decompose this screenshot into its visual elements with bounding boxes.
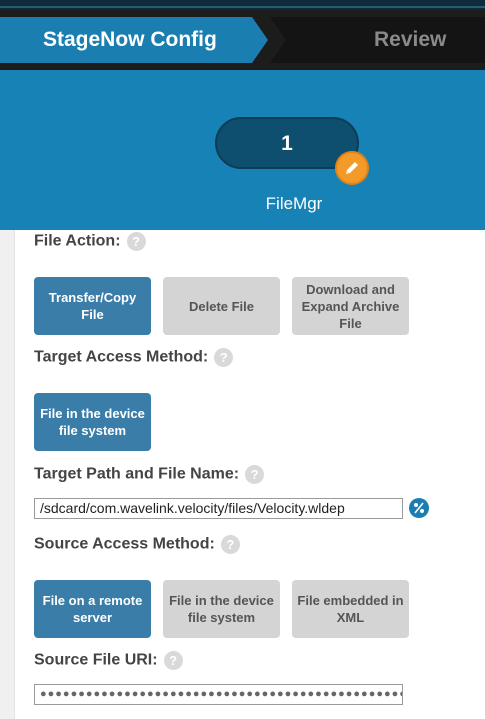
top-strip: [0, 0, 485, 10]
left-scroll-track: [0, 230, 15, 719]
option-file-remote-server[interactable]: File on a remote server: [34, 580, 151, 638]
option-file-embedded-xml[interactable]: File embedded in XML: [292, 580, 409, 638]
percent-icon: [414, 502, 424, 514]
top-strip-line: [0, 6, 485, 8]
feature-count: 1: [281, 132, 293, 155]
insert-variable-button[interactable]: [409, 498, 429, 518]
target-path-input[interactable]: /sdcard/com.wavelink.velocity/files/Velo…: [34, 498, 403, 519]
option-target-device-file-system[interactable]: File in the device file system: [34, 393, 151, 451]
option-download-expand-archive[interactable]: Download and Expand Archive File: [292, 277, 409, 335]
source-access-label: Source Access Method:?: [34, 535, 240, 554]
help-icon[interactable]: ?: [220, 535, 240, 554]
help-icon[interactable]: ?: [126, 232, 146, 251]
feature-header: 1 FileMgr: [0, 70, 485, 230]
label-text: Target Access Method:: [34, 348, 209, 366]
help-icon[interactable]: ?: [245, 465, 265, 484]
pencil-icon: [346, 162, 358, 174]
help-icon[interactable]: ?: [163, 651, 183, 670]
label-text: Source Access Method:: [34, 535, 215, 553]
step-label: Review: [374, 28, 447, 51]
option-source-device-file-system[interactable]: File in the device file system: [163, 580, 280, 638]
step-label: StageNow Config: [43, 28, 217, 51]
file-action-label: File Action:?: [34, 232, 146, 251]
step-review[interactable]: Review: [270, 17, 485, 63]
wizard-steps: StageNow Config Review: [0, 10, 485, 70]
target-path-label: Target Path and File Name:?: [34, 465, 265, 484]
feature-name: FileMgr: [265, 194, 323, 213]
option-transfer-copy-file[interactable]: Transfer/Copy File: [34, 277, 151, 335]
target-access-label: Target Access Method:?: [34, 348, 234, 367]
label-text: Source File URI:: [34, 651, 158, 669]
source-uri-input[interactable]: ●●●●●●●●●●●●●●●●●●●●●●●●●●●●●●●●●●●●●●●●…: [34, 684, 403, 705]
help-icon[interactable]: ?: [214, 348, 234, 367]
label-text: File Action:: [34, 232, 121, 250]
source-uri-label: Source File URI:?: [34, 651, 183, 670]
option-delete-file[interactable]: Delete File: [163, 277, 280, 335]
label-text: Target Path and File Name:: [34, 465, 240, 483]
step-stagenow-config[interactable]: StageNow Config: [0, 17, 268, 63]
edit-feature-button[interactable]: [335, 151, 369, 185]
